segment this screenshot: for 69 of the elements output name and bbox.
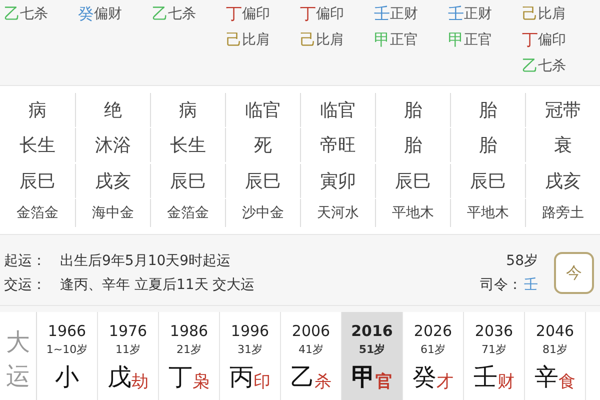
pillar-cell: 平地木 [467, 204, 509, 222]
hidden-stem: 壬 [448, 4, 464, 24]
ten-god-label: 偏印 [538, 31, 566, 49]
pillar-cell-text: 病 [28, 98, 46, 122]
pillar-cell: 天河水 [317, 204, 359, 222]
hidden-stem: 丁 [522, 30, 538, 50]
ten-god-label: 比肩 [316, 31, 344, 49]
pillar-cell-text: 寅卯 [320, 170, 356, 193]
pillar-cell-text: 胎 [479, 98, 497, 122]
pillar-cell-text: 辰巳 [395, 170, 431, 193]
pillar-cell-text: 戌亥 [95, 170, 131, 193]
pillar-cell: 海中金 [92, 204, 134, 222]
hidden-stem: 甲 [448, 30, 464, 50]
hidden-stem: 甲 [374, 30, 390, 50]
pillar-cell-text: 临官 [245, 98, 281, 122]
pillar-cell-text: 死 [254, 134, 272, 158]
ten-god-label: 七杀 [168, 5, 196, 23]
hidden-stem: 丁 [226, 4, 242, 24]
pillar-cell-text: 帝旺 [320, 134, 356, 158]
hidden-stem: 己 [300, 30, 316, 50]
ten-god-label: 七杀 [538, 57, 566, 75]
pillar-cell-text: 辰巳 [20, 170, 56, 193]
ten-god-label: 偏印 [242, 5, 270, 23]
pillar-cell-text: 冠带 [545, 98, 581, 122]
pillar-cell: 平地木 [392, 204, 434, 222]
pillar-cell-text: 衰 [554, 134, 572, 158]
hidden-stem: 癸 [78, 4, 94, 24]
hidden-stem: 丁 [300, 4, 316, 24]
ten-god-label: 正财 [390, 5, 418, 23]
pillar-cell: 金箔金 [167, 204, 209, 222]
pillar-cell-text: 胎 [404, 98, 422, 122]
ten-god-label: 正财 [464, 5, 492, 23]
pillar-cell-text: 辰巳 [245, 170, 281, 193]
qiyun-text: 出生后9年5月10天9时起运 [60, 252, 231, 270]
pillar-cell-text: 临官 [320, 98, 356, 122]
qiyun-label: 起运： [4, 252, 47, 270]
jiaoyun-text: 逢丙、辛年 立夏后11天 交大运 [60, 276, 255, 294]
ten-god-label: 比肩 [242, 31, 270, 49]
jiaoyun-label: 交运： [4, 276, 47, 294]
hidden-stem: 己 [522, 4, 538, 24]
pillar-cell-text: 胎 [404, 134, 422, 158]
ten-god-label: 正官 [390, 31, 418, 49]
pillar-cell-text: 戌亥 [545, 170, 581, 193]
ten-god-label: 偏印 [316, 5, 344, 23]
hidden-stem: 己 [226, 30, 242, 50]
pillar-cell-text: 胎 [479, 134, 497, 158]
ten-god-label: 偏财 [94, 5, 122, 23]
pillar-cell: 金箔金 [16, 204, 58, 222]
pillar-cell-text: 辰巳 [470, 170, 506, 193]
hidden-stem: 乙 [152, 4, 168, 24]
hidden-stem: 乙 [522, 56, 538, 76]
pillar-cell-text: 长生 [20, 134, 56, 158]
pillar-cell: 沙中金 [242, 204, 284, 222]
pillar-cell-text: 沐浴 [95, 134, 131, 158]
pillar-cell-text: 病 [179, 98, 197, 122]
hidden-stem: 乙 [4, 4, 20, 24]
pillar-cell-text: 长生 [170, 134, 206, 158]
ten-god-label: 正官 [464, 31, 492, 49]
hidden-stem: 壬 [374, 4, 390, 24]
pillar-cell: 路旁土 [542, 204, 584, 222]
ten-god-label: 比肩 [538, 5, 566, 23]
siling-label: 司令： [480, 276, 522, 294]
siling-value: 壬 [523, 276, 538, 294]
pillar-cell-text: 绝 [104, 98, 122, 122]
dayun-label: 大运 [0, 312, 37, 400]
dayun-column[interactable]: 1966 1~10岁 小 [37, 312, 98, 400]
pillar-cell-text: 辰巳 [170, 170, 206, 193]
age-text: 58岁 [506, 252, 538, 270]
ten-god-label: 七杀 [20, 5, 48, 23]
